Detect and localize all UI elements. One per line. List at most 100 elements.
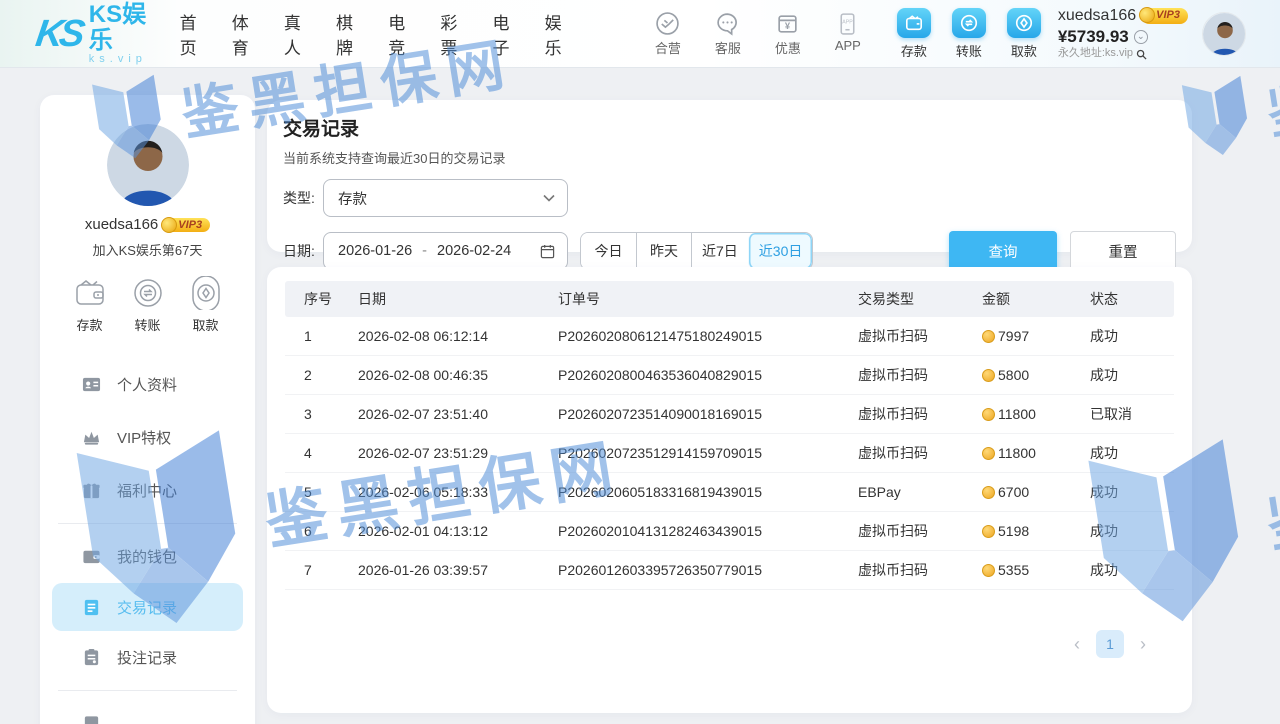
table-row: 7 2026-01-26 03:39:57 P20260126033957263… bbox=[285, 551, 1174, 590]
profile-avatar[interactable] bbox=[107, 124, 189, 206]
sidebar-vip-badge: VIP3 bbox=[163, 218, 210, 232]
cell-type: 虚拟币扫码 bbox=[858, 443, 982, 463]
watermark-text: 鉴黑担保网 bbox=[1260, 423, 1280, 564]
type-select[interactable]: 存款 bbox=[323, 179, 568, 217]
transaction-record-icon bbox=[82, 598, 101, 617]
quick-range-group: 今日 昨天 近7日 近30日 bbox=[580, 232, 813, 270]
records-panel: 序号 日期 订单号 交易类型 金额 状态 1 2026-02-08 06:12:… bbox=[267, 267, 1192, 713]
brand-logo[interactable]: KS KS娱乐 ks.vip bbox=[36, 2, 150, 64]
page-title: 交易记录 bbox=[283, 114, 1176, 141]
balance-expand-icon[interactable]: ⌄ bbox=[1134, 30, 1148, 44]
cell-no: 5 bbox=[285, 484, 358, 500]
cell-status: 成功 bbox=[1090, 521, 1174, 541]
nav-item-lottery[interactable]: 彩票 bbox=[440, 9, 465, 59]
coin-icon bbox=[982, 330, 995, 343]
cell-date: 2026-02-07 23:51:29 bbox=[358, 445, 558, 461]
cell-date: 2026-02-08 00:46:35 bbox=[358, 367, 558, 383]
cell-date: 2026-01-26 03:39:57 bbox=[358, 562, 558, 578]
cell-type: EBPay bbox=[858, 484, 982, 500]
withdraw-button[interactable]: 取款 bbox=[1004, 8, 1044, 60]
nav-item-entertainment[interactable]: 娱乐 bbox=[545, 9, 570, 59]
promo-icon: ¥ bbox=[774, 11, 801, 36]
range-yesterday-button[interactable]: 昨天 bbox=[636, 233, 691, 269]
nav-item-esports[interactable]: 电竞 bbox=[388, 9, 413, 59]
sidebar-item-transactions[interactable]: 交易记录 bbox=[52, 583, 243, 631]
withdraw-icon bbox=[1007, 8, 1041, 38]
customer-service-icon bbox=[714, 11, 741, 36]
cell-order: P2026020104131282463439015 bbox=[558, 523, 858, 539]
sidebar-item-profile[interactable]: 个人资料 bbox=[40, 358, 255, 411]
nav-item-slots[interactable]: 电子 bbox=[493, 9, 518, 59]
cell-date: 2026-02-08 06:12:14 bbox=[358, 328, 558, 344]
prev-page-button[interactable]: ‹ bbox=[1074, 635, 1080, 653]
cell-no: 2 bbox=[285, 367, 358, 383]
range-7days-button[interactable]: 近7日 bbox=[691, 233, 748, 269]
sidebar-wallet-actions: 存款 转账 取款 bbox=[40, 276, 255, 334]
svg-text:APP: APP bbox=[843, 19, 854, 25]
transfer-icon bbox=[130, 276, 166, 310]
cell-order: P2026012603395726350779015 bbox=[558, 562, 858, 578]
search-button[interactable]: 查询 bbox=[949, 231, 1057, 271]
quick-link-app[interactable]: APP APP bbox=[828, 11, 868, 57]
nav-item-board[interactable]: 棋牌 bbox=[336, 9, 361, 59]
cell-status: 已取消 bbox=[1090, 404, 1174, 424]
user-block: xuedsa166 VIP3 ¥5739.93 ⌄ 永久地址:ks.vip bbox=[1058, 6, 1188, 61]
quick-link-partner[interactable]: 合营 bbox=[648, 11, 688, 57]
cell-type: 虚拟币扫码 bbox=[858, 560, 982, 580]
sidebar-item-vip[interactable]: VIP特权 bbox=[40, 411, 255, 464]
menu-divider bbox=[58, 690, 237, 691]
quick-link-label: 优惠 bbox=[775, 38, 801, 57]
sidebar-username: xuedsa166 bbox=[85, 216, 158, 233]
sidebar-item-wallet[interactable]: 我的钱包 bbox=[40, 530, 255, 583]
header-wallet-actions: 存款 转账 取款 bbox=[894, 8, 1044, 60]
quick-link-label: 合营 bbox=[655, 38, 681, 57]
sidebar-item-bets[interactable]: 投注记录 bbox=[40, 631, 255, 684]
brand-mark-icon: KS bbox=[33, 15, 83, 53]
cell-type: 虚拟币扫码 bbox=[858, 365, 982, 385]
page-number[interactable]: 1 bbox=[1096, 630, 1124, 658]
cell-status: 成功 bbox=[1090, 443, 1174, 463]
col-header-status: 状态 bbox=[1090, 289, 1174, 309]
sidebar-item-partial[interactable] bbox=[40, 697, 255, 724]
sidebar-item-label: 福利中心 bbox=[117, 480, 177, 501]
sidebar-item-welfare[interactable]: 福利中心 bbox=[40, 464, 255, 517]
cell-date: 2026-02-07 23:51:40 bbox=[358, 406, 558, 422]
coin-icon bbox=[982, 564, 995, 577]
deposit-icon bbox=[72, 276, 108, 310]
quick-links: 合营 客服 ¥ 优惠 APP APP bbox=[648, 11, 868, 57]
withdraw-icon bbox=[188, 276, 224, 310]
coin-icon bbox=[982, 408, 995, 421]
range-30days-button[interactable]: 近30日 bbox=[748, 233, 813, 269]
cell-amount: 6700 bbox=[998, 484, 1029, 500]
main-nav: 首页 体育 真人 棋牌 电竞 彩票 电子 娱乐 bbox=[180, 9, 570, 59]
cell-no: 1 bbox=[285, 328, 358, 344]
sidebar-deposit-button[interactable]: 存款 bbox=[72, 276, 108, 334]
reset-button[interactable]: 重置 bbox=[1070, 231, 1176, 271]
cell-amount: 11800 bbox=[998, 445, 1036, 461]
nav-item-live[interactable]: 真人 bbox=[284, 9, 309, 59]
pagination: ‹ 1 › bbox=[285, 630, 1174, 658]
app-icon: APP bbox=[834, 11, 861, 36]
cell-amount: 5198 bbox=[998, 523, 1029, 539]
sidebar-withdraw-label: 取款 bbox=[192, 315, 218, 334]
quick-link-promo[interactable]: ¥ 优惠 bbox=[768, 11, 808, 57]
magnifier-icon[interactable] bbox=[1136, 49, 1147, 60]
handshake-icon bbox=[654, 11, 681, 36]
sidebar-transfer-button[interactable]: 转账 bbox=[130, 276, 166, 334]
quick-link-service[interactable]: 客服 bbox=[708, 11, 748, 57]
nav-item-sports[interactable]: 体育 bbox=[232, 9, 257, 59]
cell-order: P2026020723514090018169015 bbox=[558, 406, 858, 422]
avatar[interactable] bbox=[1202, 12, 1246, 56]
transfer-button[interactable]: 转账 bbox=[949, 8, 989, 60]
coin-icon bbox=[982, 447, 995, 460]
range-today-button[interactable]: 今日 bbox=[581, 233, 636, 269]
sidebar-deposit-label: 存款 bbox=[76, 315, 102, 334]
col-header-no: 序号 bbox=[285, 289, 358, 309]
username: xuedsa166 bbox=[1058, 6, 1136, 26]
date-range-input[interactable]: 2026-01-26 - 2026-02-24 bbox=[323, 232, 568, 270]
cell-amount: 5355 bbox=[998, 562, 1029, 578]
sidebar-withdraw-button[interactable]: 取款 bbox=[188, 276, 224, 334]
nav-item-home[interactable]: 首页 bbox=[180, 9, 205, 59]
next-page-button[interactable]: › bbox=[1140, 635, 1146, 653]
deposit-button[interactable]: 存款 bbox=[894, 8, 934, 60]
